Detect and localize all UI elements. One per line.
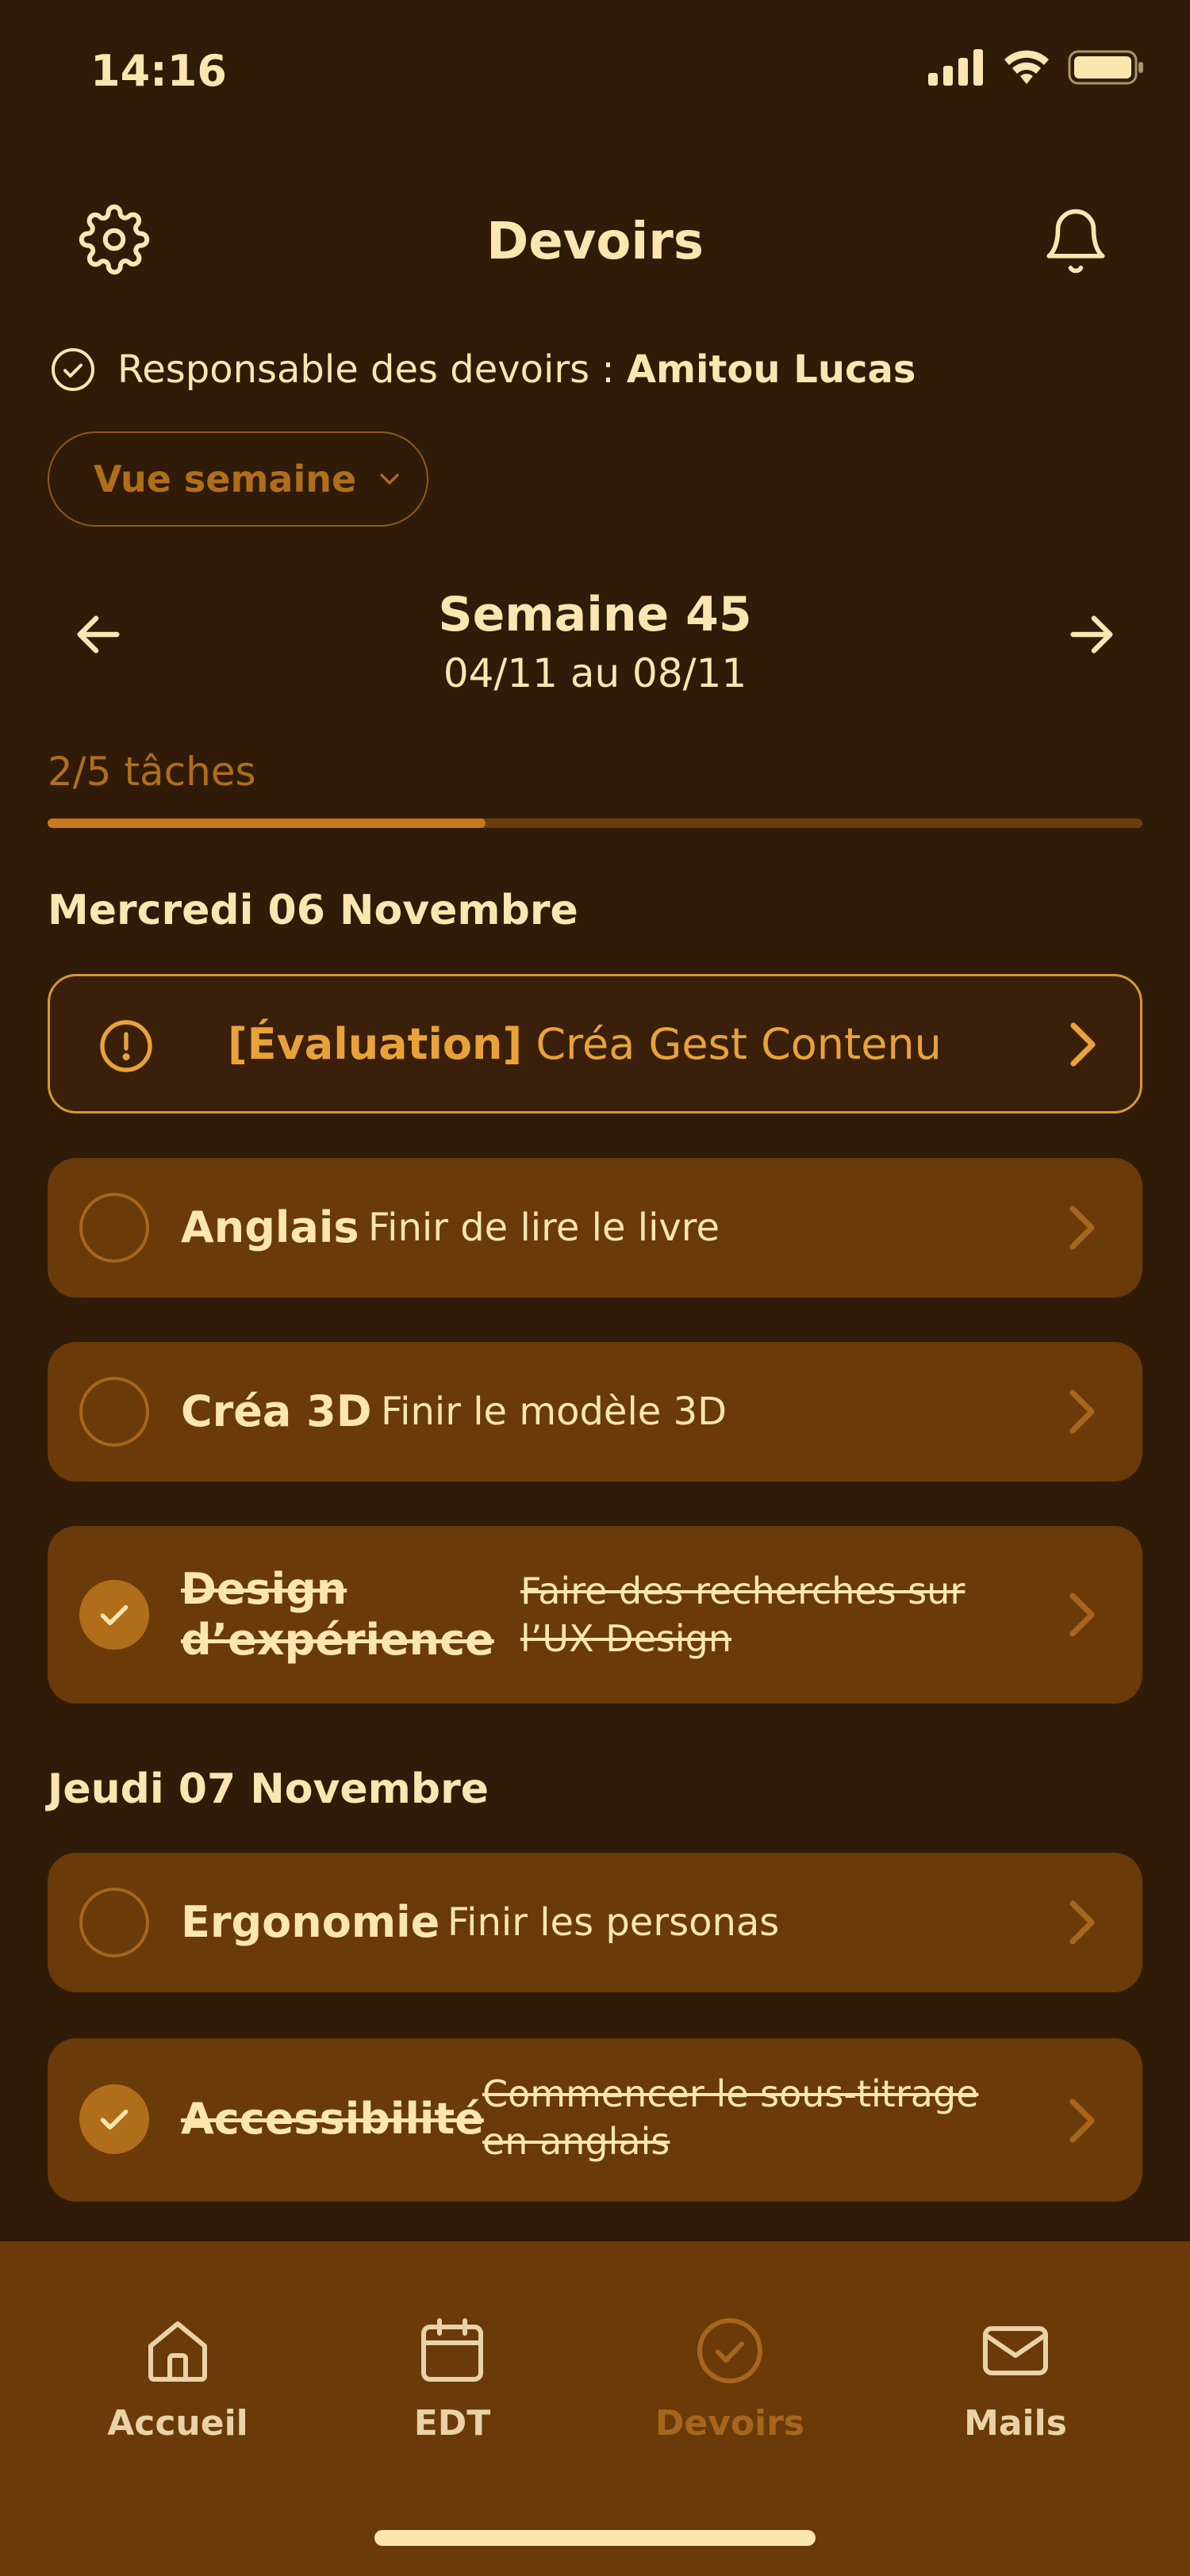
task-checkbox[interactable] (79, 1888, 149, 1957)
task-description: Finir les personas (447, 1900, 780, 1945)
nav-item-mails[interactable]: Mails (912, 2313, 1119, 2444)
responsible-label: Responsable des devoirs : (117, 347, 615, 392)
wifi-icon (1004, 50, 1049, 84)
day-heading: Mercredi 06 Novembre (48, 887, 578, 934)
task-subject: Anglais (181, 1202, 359, 1252)
task-description: Faire des recherches sur l’UX Design (520, 1570, 965, 1660)
day-heading: Jeudi 07 Novembre (48, 1765, 489, 1813)
week-title: Semaine 45 (438, 587, 752, 642)
home-icon (148, 2321, 207, 2382)
notifications-button[interactable] (1038, 201, 1114, 281)
task-checkbox[interactable] (79, 1193, 149, 1263)
check-circle-icon (697, 2318, 762, 2383)
nav-label: Devoirs (654, 2403, 805, 2444)
page-title: Devoirs (486, 213, 704, 271)
task-card[interactable]: Design d’expérience Faire des recherches… (48, 1526, 1142, 1704)
chevron-right-icon (1069, 1593, 1095, 1637)
chevron-right-icon (1069, 1390, 1095, 1434)
chevron-right-icon (1069, 2099, 1095, 2143)
battery-icon (1068, 50, 1143, 85)
evaluation-card[interactable]: [Évaluation] Créa Gest Contenu (48, 974, 1142, 1114)
evaluation-title: Créa Gest Contenu (536, 1019, 942, 1069)
status-icons (928, 49, 1144, 86)
progress-label: 2/5 tâches (48, 749, 256, 795)
view-dropdown-value: Vue semaine (94, 458, 357, 500)
task-description: Commencer le sous-titrage en anglais (482, 2072, 979, 2163)
nav-label: EDT (413, 2403, 491, 2444)
nav-label: Accueil (107, 2403, 248, 2444)
checkmark-icon (100, 1604, 129, 1626)
next-week-button[interactable] (1060, 603, 1123, 666)
task-subject: Accessibilité (181, 2094, 484, 2144)
task-subject: Créa 3D (181, 1386, 372, 1436)
nav-item-accueil[interactable]: Accueil (75, 2313, 281, 2444)
home-indicator[interactable] (374, 2530, 816, 2546)
alert-circle-icon (100, 1020, 152, 1072)
task-checkbox-checked[interactable] (79, 2084, 149, 2154)
checkmark-icon (100, 2109, 129, 2130)
evaluation-tag: [Évaluation] (228, 1019, 523, 1069)
task-subject: Ergonomie (181, 1897, 440, 1947)
task-card[interactable]: Anglais Finir de lire le livre (48, 1158, 1142, 1298)
chevron-right-icon (1069, 1206, 1095, 1250)
view-dropdown[interactable]: Vue semaine (48, 431, 428, 527)
status-time: 14:16 (90, 46, 227, 96)
task-card[interactable]: Ergonomie Finir les personas (48, 1853, 1142, 1992)
signal-icon (928, 49, 983, 86)
mail-icon (983, 2326, 1048, 2375)
task-description: Finir le modèle 3D (381, 1390, 727, 1434)
progress-bar (48, 818, 1142, 828)
calendar-icon (421, 2318, 483, 2382)
bell-icon (1046, 209, 1105, 274)
arrow-right-icon (1070, 615, 1113, 654)
task-card[interactable]: Créa 3D Finir le modèle 3D (48, 1342, 1142, 1482)
week-range: 04/11 au 08/11 (443, 650, 747, 696)
evaluation-text: [Évaluation] Créa Gest Contenu (228, 1019, 942, 1069)
chevron-right-icon (1069, 1900, 1095, 1945)
chevron-down-icon (380, 473, 399, 485)
check-circle-icon (52, 348, 94, 391)
task-checkbox[interactable] (79, 1377, 149, 1447)
task-card[interactable]: Accessibilité Commencer le sous-titrage … (48, 2038, 1142, 2202)
bottom-navigation: Accueil EDT Devoirs Mails (0, 2241, 1190, 2576)
homework-screen: 14:16 Devoirs Responsable des devoirs: … (0, 0, 1190, 2576)
task-subject: Design d’expérience (181, 1564, 494, 1665)
homework-responsible: Responsable des devoirs : Amitou Lucas (49, 346, 916, 393)
nav-item-edt[interactable]: EDT (349, 2313, 555, 2444)
responsible-name: Amitou Lucas (626, 347, 916, 392)
nav-label: Mails (964, 2403, 1067, 2444)
task-description: Finir de lire le livre (368, 1206, 720, 1250)
nav-item-devoirs[interactable]: Devoirs (627, 2313, 833, 2444)
progress-fill (48, 818, 486, 828)
chevron-right-icon (1070, 1022, 1096, 1067)
task-checkbox-checked[interactable] (79, 1580, 149, 1650)
